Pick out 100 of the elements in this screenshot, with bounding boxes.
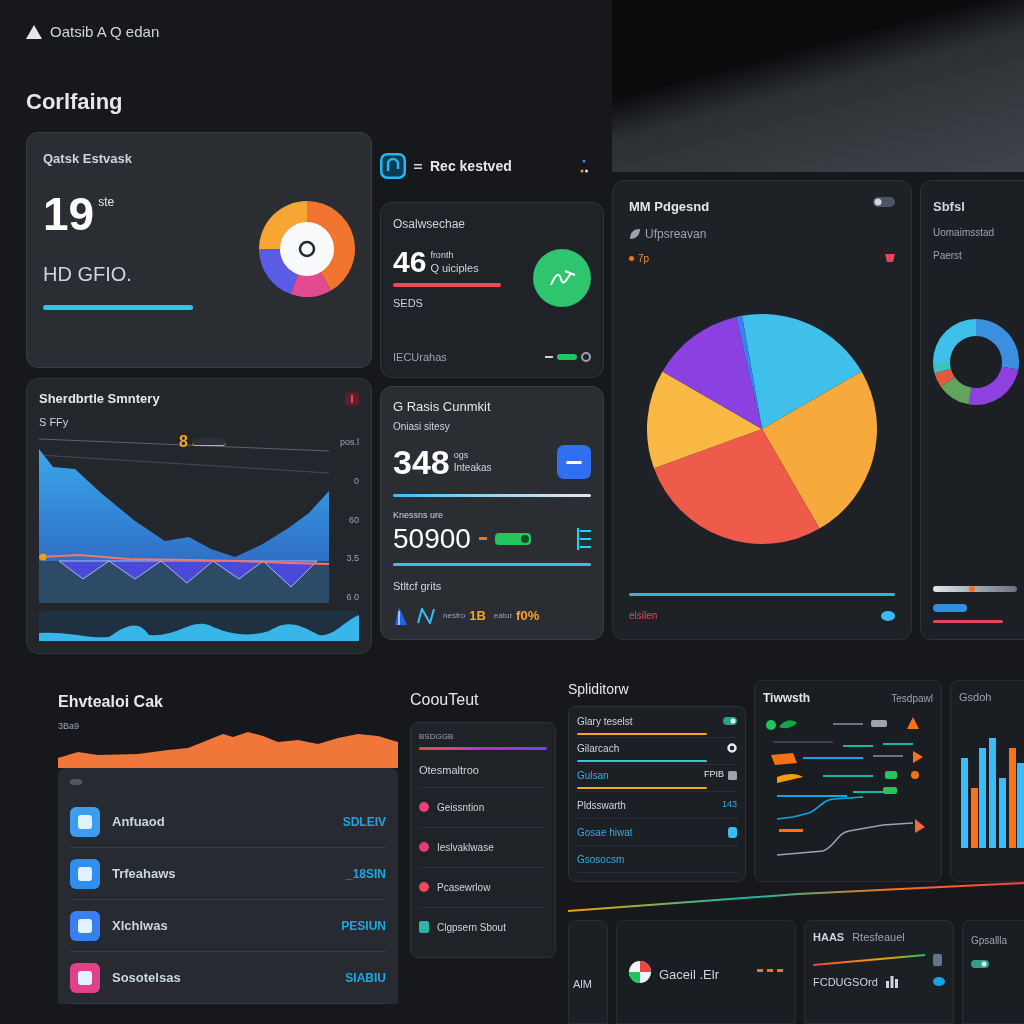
card-subtitle: Oniasi sitesy bbox=[393, 420, 450, 434]
marker-label: 8 bbox=[179, 433, 188, 451]
list-item-label: Clgpsern Sbout bbox=[437, 920, 506, 935]
signal-line bbox=[779, 829, 803, 832]
glyph-badge-icon bbox=[533, 249, 591, 308]
list-item-label: Ieslvaklwase bbox=[437, 840, 494, 855]
triangle-marker bbox=[913, 751, 923, 763]
status-dot-icon bbox=[629, 255, 634, 261]
toggle-icon bbox=[494, 532, 531, 545]
status-chip bbox=[885, 771, 897, 779]
stat-caption: Inteakas bbox=[453, 461, 492, 474]
axis-label: 0 bbox=[354, 475, 359, 487]
axis-label: 60 bbox=[349, 514, 359, 526]
card-subtitle: Uomaimsstad bbox=[933, 225, 995, 240]
metric-label: Knessns ure bbox=[393, 509, 444, 522]
leaf-icon bbox=[779, 720, 797, 729]
section-title: Spliditorw bbox=[568, 680, 629, 698]
row-label: Pldsswarth bbox=[577, 798, 626, 813]
list-item-label: Geissntion bbox=[437, 800, 485, 815]
section-title: Ehvtealoi Cak bbox=[58, 692, 163, 712]
pill-icon bbox=[557, 353, 577, 360]
card-footer: elsilen bbox=[629, 608, 658, 623]
stat-value: 19 bbox=[43, 188, 95, 239]
reading-label: 3Ba9 bbox=[58, 720, 80, 732]
stat-figure: 1B bbox=[469, 607, 486, 625]
card-subtitle: Ufpsreavan bbox=[645, 225, 707, 243]
range-marker bbox=[969, 586, 975, 592]
card-title: Osalwsechae bbox=[393, 216, 466, 233]
card-title: Rtesfeauel bbox=[852, 930, 905, 945]
pie-icon bbox=[629, 961, 651, 983]
tag-label: BSDGGB bbox=[419, 731, 454, 743]
signal-line bbox=[823, 775, 873, 777]
dash-icon bbox=[478, 537, 487, 540]
mini-bars-icon bbox=[885, 975, 898, 988]
data-point bbox=[39, 553, 47, 561]
badge-icon bbox=[728, 826, 737, 838]
card-title: Tiwwsth bbox=[763, 690, 811, 707]
double-dash-icon bbox=[414, 163, 422, 169]
stat-note: ogs bbox=[453, 450, 469, 461]
triangle-marker bbox=[907, 717, 919, 729]
row-label: Gulsan bbox=[577, 768, 609, 783]
stat-value: 348 bbox=[393, 442, 450, 482]
app-name: Anfuaod bbox=[112, 812, 165, 831]
list-icon bbox=[577, 527, 591, 550]
toggle-icon bbox=[873, 197, 895, 207]
status-chip bbox=[883, 787, 897, 794]
triangle-marker bbox=[915, 819, 925, 833]
trapezoid-icon bbox=[885, 254, 895, 262]
app-name: Sosotelsas bbox=[112, 968, 181, 987]
card-title: G Rasis Cunmkit bbox=[393, 399, 491, 415]
circle-icon bbox=[727, 743, 737, 753]
signal-line bbox=[883, 743, 913, 745]
signal-line bbox=[773, 741, 833, 743]
axis-label: 6 0 bbox=[346, 592, 359, 603]
signal-line bbox=[803, 757, 863, 759]
alert-icon bbox=[345, 392, 359, 406]
dash-icon bbox=[545, 355, 553, 358]
tile-icon bbox=[933, 953, 942, 966]
page-heading: Corlfaing bbox=[26, 88, 123, 116]
ring-icon bbox=[298, 240, 316, 258]
signal-line bbox=[777, 795, 847, 797]
metric-value: 50900 bbox=[393, 522, 471, 555]
dots-icon bbox=[580, 159, 588, 173]
section-title: CoouTeut bbox=[410, 690, 479, 710]
axis-label: pos.l bbox=[340, 437, 359, 448]
list-heading: Otesmaltroo bbox=[419, 763, 479, 778]
stat-value: 46 bbox=[393, 245, 427, 279]
card-footer: IECUrahas bbox=[393, 348, 447, 365]
app-value: SDLEIV bbox=[342, 813, 386, 831]
signal-blob bbox=[771, 753, 797, 765]
row-label: Gilarcach bbox=[577, 741, 620, 756]
circle-icon bbox=[581, 351, 591, 362]
card-title: AlM bbox=[573, 978, 592, 990]
signal-blob bbox=[777, 774, 803, 783]
toggle-icon bbox=[723, 717, 737, 725]
logo-icon bbox=[380, 153, 406, 179]
app-value: _18SIN bbox=[345, 865, 386, 883]
card-note: Paerst bbox=[933, 248, 962, 263]
section-label: Stltcf grits bbox=[393, 578, 442, 594]
row-reading: FPIB bbox=[704, 768, 724, 782]
accent-bar bbox=[933, 620, 1003, 623]
stat-caption: HD GFIO. bbox=[43, 261, 132, 287]
card-title: Sbfsl bbox=[933, 198, 965, 216]
app-value: SIABIU bbox=[345, 969, 386, 987]
card-code: HAAS bbox=[813, 930, 845, 945]
row-label: Glary teselst bbox=[577, 714, 633, 729]
axis-label: 3.5 bbox=[346, 553, 359, 565]
card-title: Gsdoh bbox=[959, 690, 992, 705]
status-dot-icon bbox=[911, 771, 919, 779]
chart-bar bbox=[999, 777, 1006, 848]
stat-caption: Q uiciples bbox=[430, 260, 479, 275]
toggle-icon bbox=[971, 960, 989, 968]
stat-note: fronth bbox=[430, 249, 454, 261]
stat-unit: ste bbox=[98, 193, 115, 211]
pill-icon bbox=[70, 779, 82, 785]
signal-line bbox=[873, 755, 903, 757]
status-pill bbox=[933, 604, 967, 612]
stat-sub: SEDS bbox=[393, 296, 423, 311]
square-icon bbox=[728, 770, 737, 780]
status-value: FCDUGSOrd bbox=[813, 974, 878, 990]
